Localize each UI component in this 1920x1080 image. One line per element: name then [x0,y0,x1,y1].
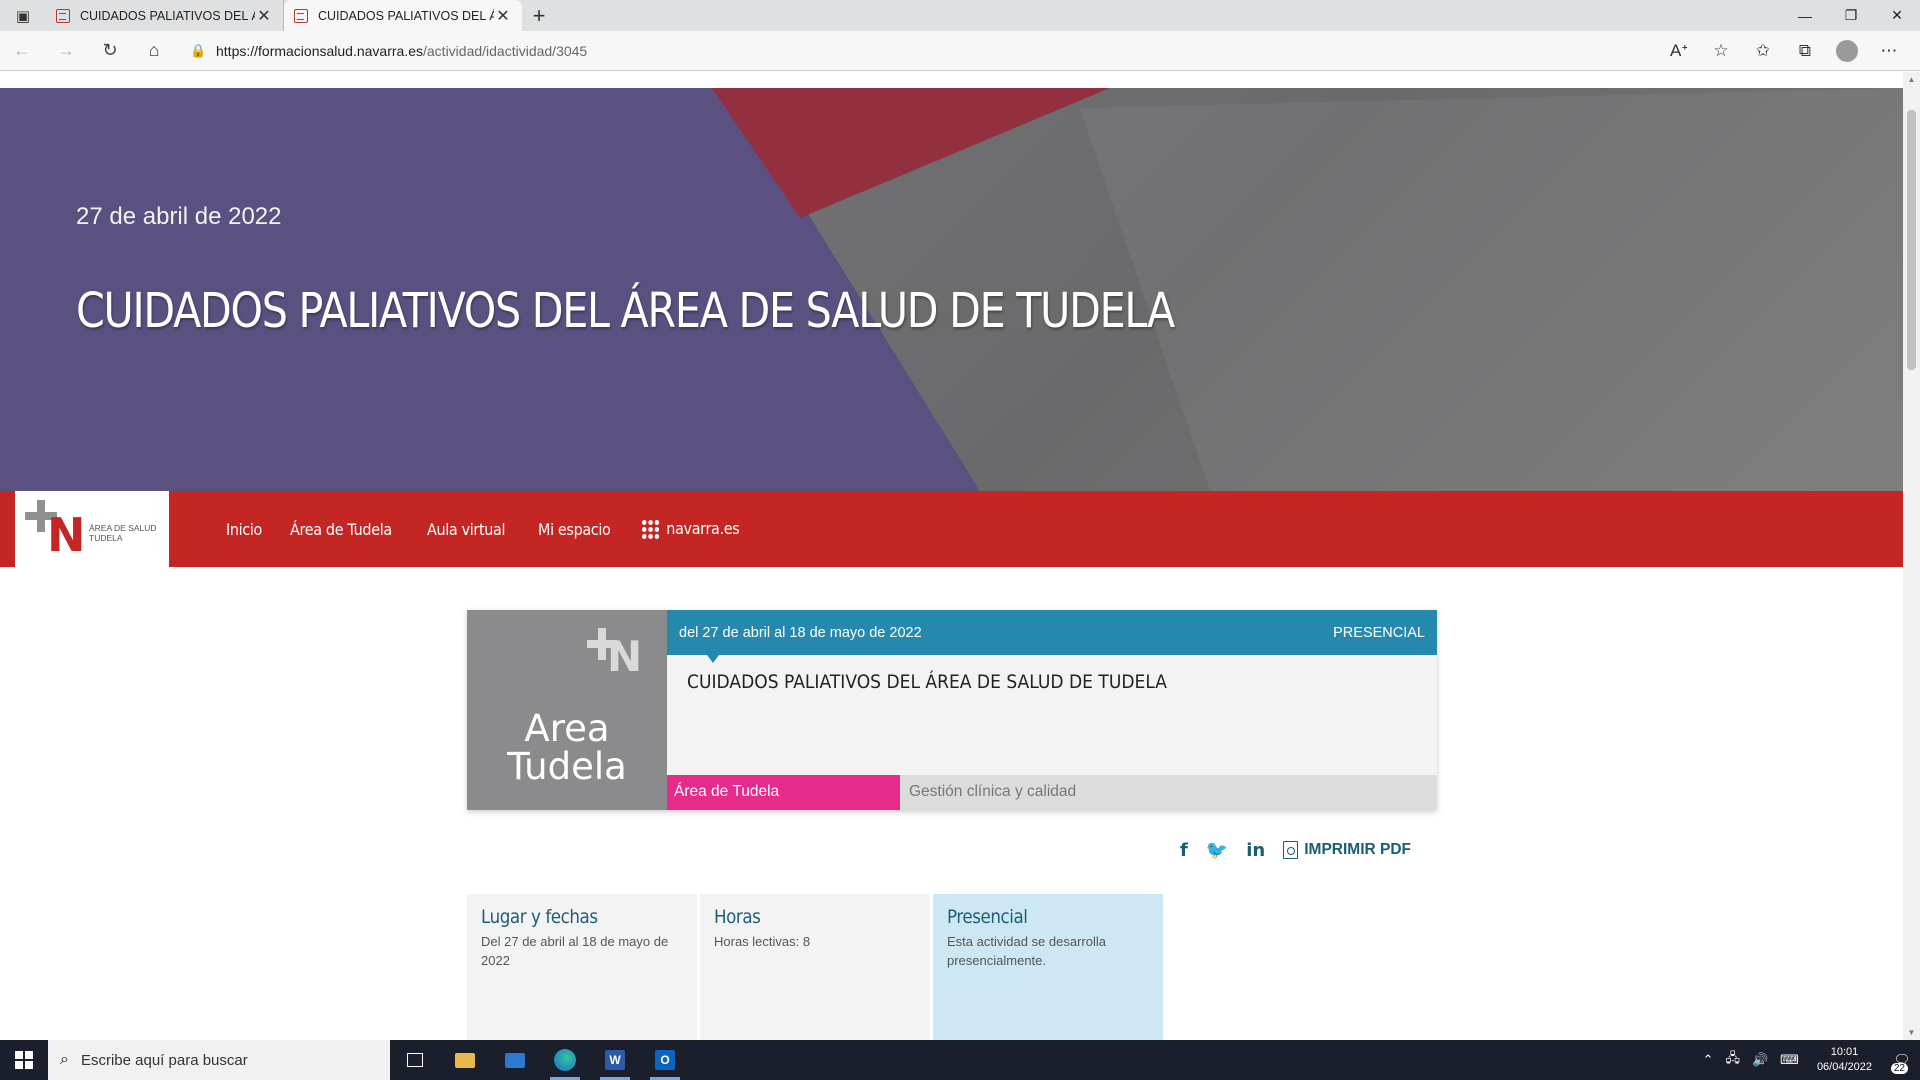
browser-tab[interactable]: CUIDADOS PALIATIVOS DEL ÁRE ✕ [46,0,284,31]
linkedin-icon[interactable]: in [1246,840,1265,861]
taskbar-clock[interactable]: 10:01 06/04/2022 [1817,1045,1872,1075]
outlook-icon[interactable]: O [640,1040,690,1080]
word-icon[interactable]: W [590,1040,640,1080]
search-icon: ⌕ [60,1051,69,1068]
tab-actions-icon[interactable]: ▣ [0,0,46,31]
topic-tag[interactable]: Gestión clínica y calidad [900,775,1437,810]
pdf-icon [1283,841,1299,859]
main-navbar: N ÁREA DE SALUD TUDELA Inicio Área de Tu… [0,491,1903,567]
notification-count: 22 [1890,1063,1908,1074]
task-view-icon[interactable] [390,1040,440,1080]
scroll-down-icon[interactable]: ▼ [1903,1028,1920,1037]
apps-grid-icon [642,520,660,539]
network-icon[interactable]: 🖧 [1725,1049,1740,1071]
url-path: /actividad/idactividad/3045 [423,43,588,59]
edge-icon[interactable] [540,1040,590,1080]
restore-icon[interactable]: ❐ [1828,0,1874,31]
hero-banner: 27 de abril de 2022 CUIDADOS PALIATIVOS … [0,88,1903,491]
tray-chevron-icon[interactable]: ⌃ [1703,1052,1714,1068]
facebook-icon[interactable]: f [1180,840,1188,861]
card-title: CUIDADOS PALIATIVOS DEL ÁREA DE SALUD DE… [687,671,1167,693]
url-host: https://formacionsalud.navarra.es [216,43,423,59]
lock-icon[interactable]: 🔒 [190,43,216,59]
forward-icon[interactable]: → [44,31,88,71]
nav-item-aula-virtual[interactable]: Aula virtual [427,520,505,539]
card-modality: PRESENCIAL [1333,624,1425,641]
pdf-label: IMPRIMIR PDF [1304,841,1412,858]
search-placeholder: Escribe aquí para buscar [80,1051,248,1069]
info-box-horas: Horas Horas lectivas: 8 [700,894,930,1040]
nav-item-mi-espacio[interactable]: Mi espacio [538,520,611,539]
logo-text: ÁREA DE SALUD TUDELA [89,523,157,543]
file-explorer-icon[interactable] [440,1040,490,1080]
info-title: Horas [714,906,761,928]
info-box-presencial: Presencial Esta actividad se desarrolla … [933,894,1163,1040]
refresh-icon[interactable]: ↻ [88,31,132,71]
twitter-icon[interactable]: 🐦 [1206,840,1228,861]
keyboard-icon[interactable]: ⌨ [1780,1052,1799,1068]
browser-tab-active[interactable]: CUIDADOS PALIATIVOS DEL ÁRE ✕ [284,0,522,31]
url-field[interactable]: 🔒 https://formacionsalud.navarra.es/acti… [190,36,1680,66]
tab-title: CUIDADOS PALIATIVOS DEL ÁRE [80,8,255,23]
card-dates: del 27 de abril al 18 de mayo de 2022 [679,624,922,641]
collections-icon[interactable]: ⧉ [1784,41,1826,61]
read-aloud-icon[interactable]: Aᐩ [1658,41,1700,61]
new-tab-button[interactable]: + [522,0,556,31]
logo-mark-icon: N [23,500,86,558]
notifications-icon[interactable]: 🗨 22 [1884,1040,1920,1080]
tab-favicon-icon [56,8,70,23]
info-box-lugar: Lugar y fechas Del 27 de abril al 18 de … [467,894,697,1040]
browser-tab-bar: ▣ CUIDADOS PALIATIVOS DEL ÁRE ✕ CUIDADOS… [0,0,1920,31]
scrollbar-thumb[interactable] [1907,110,1916,370]
taskbar-search[interactable]: ⌕ Escribe aquí para buscar [48,1040,390,1080]
nav-item-inicio[interactable]: Inicio [226,520,262,539]
card-thumbnail: N Area Tudela [467,610,667,810]
hero-title: CUIDADOS PALIATIVOS DEL ÁREA DE SALUD DE… [76,283,1175,339]
tab-title: CUIDADOS PALIATIVOS DEL ÁRE [318,8,494,23]
close-window-icon[interactable]: ✕ [1874,0,1920,31]
share-bar: f 🐦 in IMPRIMIR PDF [1180,838,1411,862]
info-title: Presencial [947,906,1028,928]
info-text: Del 27 de abril al 18 de mayo de 2022 [481,934,669,968]
tab-close-icon[interactable]: ✕ [494,6,512,26]
clock-date: 06/04/2022 [1816,1061,1872,1073]
print-pdf-button[interactable]: IMPRIMIR PDF [1283,841,1411,859]
thumb-logo-icon: N [607,632,643,681]
home-icon[interactable]: ⌂ [132,31,176,71]
favorites-icon[interactable]: ✩ [1742,41,1784,61]
nav-menu: Inicio Área de Tudela Aula virtual Mi es… [226,491,775,567]
page-scrollbar[interactable]: ▲ ▼ [1903,72,1920,1040]
activity-card[interactable]: N Area Tudela del 27 de abril al 18 de m… [467,610,1437,810]
tab-favicon-icon [294,8,308,23]
page-viewport: 27 de abril de 2022 CUIDADOS PALIATIVOS … [0,72,1903,1040]
minimize-icon[interactable]: — [1782,0,1828,31]
nav-item-area-tudela[interactable]: Área de Tudela [290,520,392,539]
tab-close-icon[interactable]: ✕ [255,6,273,26]
start-button[interactable] [0,1040,48,1080]
system-tray: ⌃ 🖧 🔊 ⌨ 10:01 06/04/2022 🗨 22 [1697,1040,1920,1080]
hero-date: 27 de abril de 2022 [76,203,282,230]
mail-icon[interactable] [490,1040,540,1080]
browser-tools: Aᐩ ☆ ✩ ⧉ ⋯ [1658,31,1910,71]
address-toolbar: ← → ↻ ⌂ 🔒 https://formacionsalud.navarra… [0,31,1920,71]
info-text: Esta actividad se desarrolla presencialm… [947,934,1106,968]
scroll-up-icon[interactable]: ▲ [1903,75,1920,84]
back-icon[interactable]: ← [0,31,44,71]
card-header: del 27 de abril al 18 de mayo de 2022 PR… [667,610,1437,663]
info-text: Horas lectivas: 8 [714,934,811,949]
volume-icon[interactable]: 🔊 [1752,1052,1768,1068]
clock-time: 10:01 [1830,1046,1859,1058]
site-logo[interactable]: N ÁREA DE SALUD TUDELA [15,491,169,567]
window-controls: — ❐ ✕ [1782,0,1920,31]
profile-icon[interactable] [1836,40,1858,62]
windows-logo-icon [15,1051,33,1069]
more-icon[interactable]: ⋯ [1868,41,1910,61]
nav-item-label: navarra.es [666,519,740,538]
thumb-text: Area Tudela [507,707,627,788]
info-title: Lugar y fechas [481,906,598,928]
favorite-add-icon[interactable]: ☆ [1700,41,1742,61]
area-tag[interactable]: Área de Tudela [667,775,900,810]
windows-taskbar: ⌕ Escribe aquí para buscar W O ⌃ 🖧 🔊 ⌨ 1… [0,1040,1920,1080]
nav-item-navarra[interactable]: navarra.es [642,519,740,539]
